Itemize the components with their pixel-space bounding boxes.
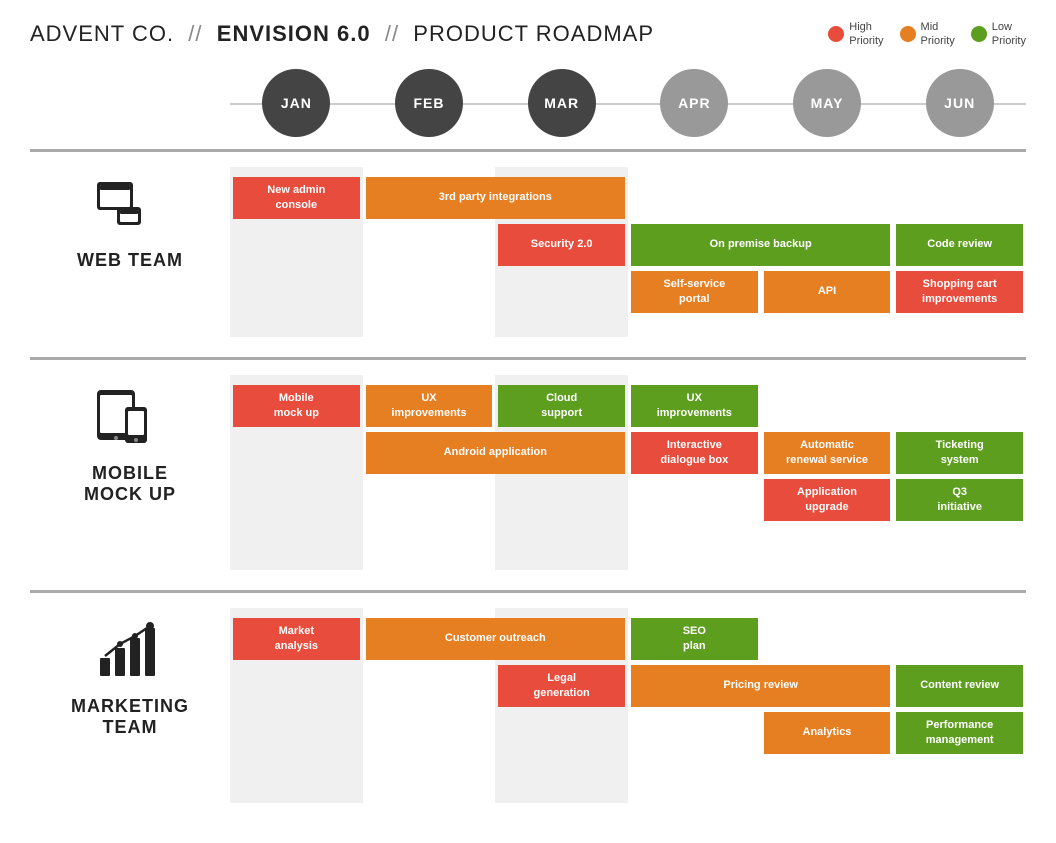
mobile-team-label: MOBILEMOCK UP	[30, 375, 230, 516]
task-q3-initiative: Q3initiative	[893, 479, 1026, 521]
marketing-team-section: MARKETINGTEAM Marketanalysis Customer ou…	[30, 590, 1026, 823]
timeline-line	[230, 103, 1026, 105]
task-content-review: Content review	[893, 665, 1026, 707]
month-bubble-apr: APR	[660, 69, 728, 137]
mobile-team-section: MOBILEMOCK UP Mobilemock up UXimprovemen…	[30, 357, 1026, 590]
task-security: Security 2.0	[495, 224, 628, 266]
task-on-premise: On premise backup	[628, 224, 893, 266]
task-mobile-mockup: Mobilemock up	[230, 385, 363, 427]
task-3rd-party: 3rd party integrations	[363, 177, 628, 219]
month-bubble-feb: FEB	[395, 69, 463, 137]
legend-high: HighPriority	[828, 20, 883, 49]
timeline: JAN FEB MAR APR MAY JUN	[30, 69, 1026, 823]
marketing-team-grid: Marketanalysis Customer outreach SEOplan…	[230, 608, 1026, 803]
month-bubble-jun: JUN	[926, 69, 994, 137]
task-new-admin: New adminconsole	[230, 177, 363, 219]
task-performance-mgmt: Performancemanagement	[893, 712, 1026, 754]
page-title: ADVENT CO. // ENVISION 6.0 // PRODUCT RO…	[30, 21, 654, 47]
task-api: API	[761, 271, 894, 313]
task-market-analysis: Marketanalysis	[230, 618, 363, 660]
task-shopping-cart: Shopping cartimprovements	[893, 271, 1026, 313]
task-android: Android application	[363, 432, 628, 474]
marketing-team-name: MARKETINGTEAM	[71, 696, 189, 739]
web-team-label: WEB TEAM	[30, 167, 230, 282]
mobile-team-name: MOBILEMOCK UP	[84, 463, 176, 506]
page: ADVENT CO. // ENVISION 6.0 // PRODUCT RO…	[0, 0, 1056, 843]
marketing-team-label: MARKETINGTEAM	[30, 608, 230, 749]
task-auto-renewal: Automaticrenewal service	[761, 432, 894, 474]
header: ADVENT CO. // ENVISION 6.0 // PRODUCT RO…	[30, 20, 1026, 49]
mid-priority-label: MidPriority	[921, 20, 955, 49]
task-legal-generation: Legalgeneration	[495, 665, 628, 707]
high-priority-label: HighPriority	[849, 20, 883, 49]
web-team-grid: New adminconsole 3rd party integrations …	[230, 167, 1026, 337]
web-team-icon	[95, 177, 165, 242]
task-customer-outreach: Customer outreach	[363, 618, 628, 660]
low-priority-label: LowPriority	[992, 20, 1026, 49]
task-ux-imp-2: UXimprovements	[628, 385, 761, 427]
task-app-upgrade: Applicationupgrade	[761, 479, 894, 521]
marketing-team-icon	[95, 618, 165, 688]
mid-priority-dot	[900, 26, 916, 42]
low-priority-dot	[971, 26, 987, 42]
task-self-service: Self-serviceportal	[628, 271, 761, 313]
mobile-team-icon	[95, 385, 165, 455]
mobile-team-grid: Mobilemock up UXimprovements Cloudsuppor…	[230, 375, 1026, 570]
task-seo-plan: SEOplan	[628, 618, 761, 660]
task-ux-imp-1: UXimprovements	[363, 385, 496, 427]
task-ticketing: Ticketingsystem	[893, 432, 1026, 474]
high-priority-dot	[828, 26, 844, 42]
task-code-review: Code review	[893, 224, 1026, 266]
task-cloud-support: Cloudsupport	[495, 385, 628, 427]
legend-low: LowPriority	[971, 20, 1026, 49]
legend-mid: MidPriority	[900, 20, 955, 49]
web-team-section: WEB TEAM New adminconsole 3rd party inte…	[30, 149, 1026, 357]
web-team-name: WEB TEAM	[77, 250, 183, 272]
month-bubble-jan: JAN	[262, 69, 330, 137]
task-pricing-review: Pricing review	[628, 665, 893, 707]
task-analytics: Analytics	[761, 712, 894, 754]
month-bubble-may: MAY	[793, 69, 861, 137]
task-interactive-dialogue: Interactivedialogue box	[628, 432, 761, 474]
month-bubble-mar: MAR	[528, 69, 596, 137]
legend: HighPriority MidPriority LowPriority	[828, 20, 1026, 49]
